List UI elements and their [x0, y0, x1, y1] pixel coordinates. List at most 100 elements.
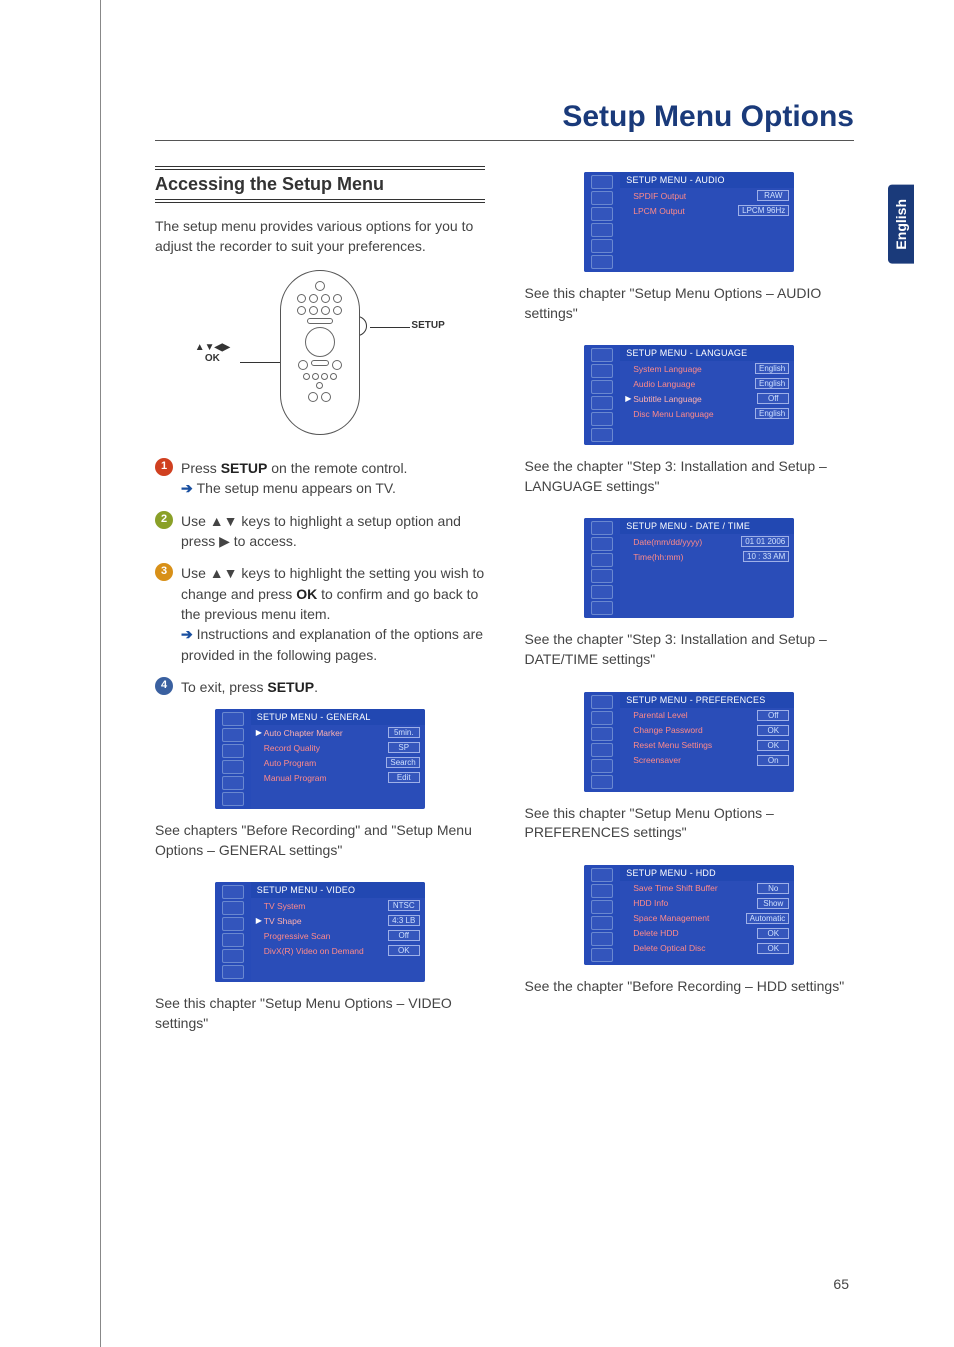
menu-side-icon [222, 728, 244, 742]
menu-side-icon [222, 933, 244, 947]
menu-side-icon [591, 868, 613, 882]
menu-row-label: LPCM Output [633, 206, 738, 216]
menu-row-value: OK [388, 945, 420, 956]
menu-row-label: DivX(R) Video on Demand [264, 946, 388, 956]
menu-row-empty [620, 246, 794, 260]
menu-row: SPDIF OutputRAW [620, 188, 794, 203]
menu-row-value: RAW [757, 190, 789, 201]
menu-row-empty [251, 785, 425, 799]
menu-row: Auto ProgramSearch [251, 755, 425, 770]
menu-side-icon [591, 364, 613, 378]
menu-row-value: Search [386, 757, 419, 768]
menu-main: SETUP MENU - PREFERENCESParental LevelOf… [620, 692, 794, 792]
step-4-bullet: 4 [155, 677, 173, 695]
menu-row: HDD InfoShow [620, 896, 794, 911]
menu-row: DivX(R) Video on DemandOK [251, 943, 425, 958]
step-4-setup: SETUP [267, 679, 314, 695]
menu-main: SETUP MENU - GENERAL▶Auto Chapter Marker… [251, 709, 425, 809]
menu-row-value: 4:3 LB [388, 915, 420, 926]
menu-row-value: English [755, 408, 789, 419]
menu-side-icon [591, 412, 613, 426]
menu-row-value: OK [757, 740, 789, 751]
menu-side-icon [591, 553, 613, 567]
menu-row-label: TV System [264, 901, 388, 911]
menu-side-icon [591, 428, 613, 442]
menu-sidebar [584, 865, 620, 965]
menu-side-icon [591, 569, 613, 583]
step-3-bullet: 3 [155, 563, 173, 581]
language-tab: English [888, 185, 914, 264]
menu-sidebar [584, 172, 620, 272]
menu-row-label: Subtitle Language [633, 394, 757, 404]
menu-side-icon [591, 175, 613, 189]
menu-row: Time(hh:mm)10 : 33 AM [620, 549, 794, 564]
remote-dpad-icon [305, 327, 335, 357]
menu-side-icon [591, 601, 613, 615]
menu-side-icon [591, 239, 613, 253]
menu-language: ☞SETUP MENU - LANGUAGESystem LanguageEng… [584, 345, 794, 445]
step-1: 1 Press SETUP on the remote control. ➔ T… [155, 458, 485, 499]
menu-row-label: SPDIF Output [633, 191, 757, 201]
menu-side-icon [591, 585, 613, 599]
step-4-text-a: To exit, press [181, 679, 267, 695]
menu-row-value: OK [757, 943, 789, 954]
menu-side-icon [591, 884, 613, 898]
menu-side-icon [222, 776, 244, 790]
menu-side-icon [591, 759, 613, 773]
menu-title: SETUP MENU - PREFERENCES [620, 692, 794, 708]
menu-row-value: Automatic [746, 913, 790, 924]
page-title: Setup Menu Options [155, 100, 854, 134]
menu-side-icon [591, 537, 613, 551]
menu-row-value: NTSC [388, 900, 420, 911]
menu-side-icon [591, 695, 613, 709]
step-2-text-a: Use [181, 513, 210, 529]
ok-label: OK [205, 353, 220, 364]
step-2: 2 Use ▲▼ keys to highlight a setup optio… [155, 511, 485, 552]
menu-row: Manual ProgramEdit [251, 770, 425, 785]
caption-language: See the chapter "Step 3: Installation an… [525, 457, 855, 496]
menu-side-icon [222, 917, 244, 931]
menu-row-label: HDD Info [633, 898, 757, 908]
menu-sidebar [584, 518, 620, 618]
menu-side-icon [591, 521, 613, 535]
menu-audio: ☞SETUP MENU - AUDIOSPDIF OutputRAWLPCM O… [584, 172, 794, 272]
menu-side-icon [222, 712, 244, 726]
menu-row: Reset Menu SettingsOK [620, 738, 794, 753]
nav-arrows-icon: ▲▼◀▶ [195, 342, 230, 353]
caption-general: See chapters "Before Recording" and "Set… [155, 821, 485, 860]
caption-preferences: See this chapter "Setup Menu Options – P… [525, 804, 855, 843]
menu-row-value: No [757, 883, 789, 894]
menu-row: ▶TV Shape4:3 LB [251, 913, 425, 928]
page: Setup Menu Options Accessing the Setup M… [0, 0, 954, 1096]
step-1-text-c: on the remote control. [267, 460, 407, 476]
leader-line-right [370, 327, 410, 328]
menu-side-icon [222, 949, 244, 963]
step-2-bullet: 2 [155, 511, 173, 529]
menu-row: ▶Subtitle LanguageOff [620, 391, 794, 406]
caption-datetime: See the chapter "Step 3: Installation an… [525, 630, 855, 669]
menu-row-label: Manual Program [264, 773, 388, 783]
menu-hdd: ☞SETUP MENU - HDDSave Time Shift BufferN… [584, 865, 794, 965]
menu-video: ☞SETUP MENU - VIDEOTV SystemNTSC▶TV Shap… [215, 882, 425, 982]
menu-side-icon [591, 711, 613, 725]
right-column: ☞SETUP MENU - AUDIOSPDIF OutputRAWLPCM O… [525, 166, 855, 1056]
menu-row: System LanguageEnglish [620, 361, 794, 376]
step-3-result: Instructions and explanation of the opti… [181, 626, 483, 662]
menu-main: SETUP MENU - HDDSave Time Shift BufferNo… [620, 865, 794, 965]
menu-side-icon [591, 743, 613, 757]
menu-row-label: Auto Chapter Marker [264, 728, 388, 738]
step-4: 4 To exit, press SETUP. [155, 677, 485, 697]
title-rule [155, 140, 854, 141]
menu-row-label: Save Time Shift Buffer [633, 883, 757, 893]
menu-sidebar [584, 692, 620, 792]
menu-main: SETUP MENU - DATE / TIMEDate(mm/dd/yyyy)… [620, 518, 794, 618]
menu-side-icon [222, 760, 244, 774]
step-1-bullet: 1 [155, 458, 173, 476]
section-heading: Accessing the Setup Menu [155, 166, 485, 203]
menu-sidebar [584, 345, 620, 445]
menu-row-value: Edit [388, 772, 420, 783]
menu-row-empty [620, 592, 794, 606]
menu-title: SETUP MENU - LANGUAGE [620, 345, 794, 361]
row-pointer-icon: ▶ [256, 728, 264, 737]
menu-row-value: 01 01 2006 [741, 536, 789, 547]
